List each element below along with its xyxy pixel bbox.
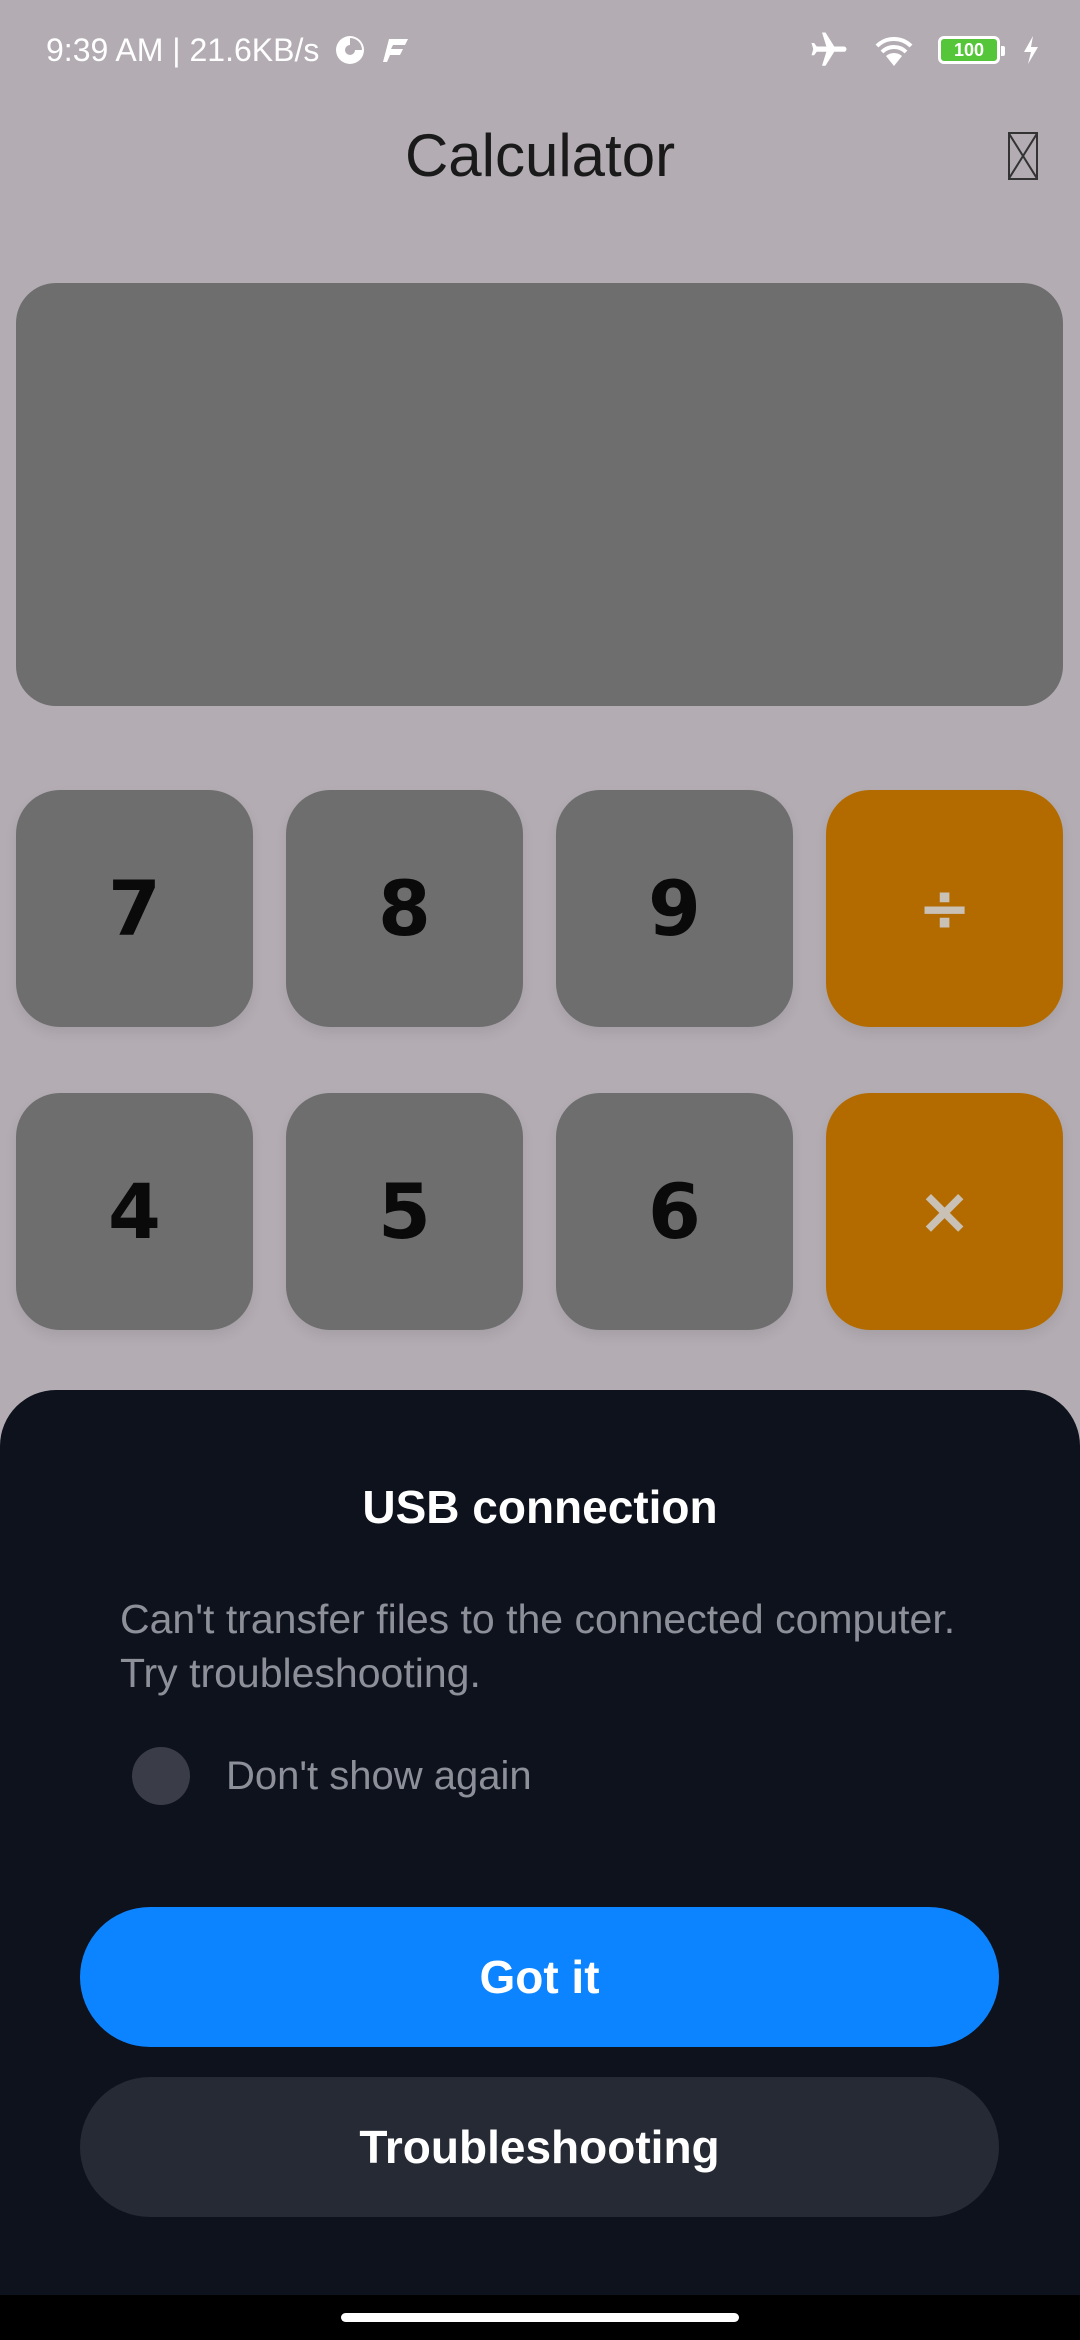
- navigation-bar: [0, 2295, 1080, 2340]
- status-left: 9:39 AM | 21.6KB/s: [46, 32, 411, 69]
- home-indicator[interactable]: [341, 2313, 739, 2322]
- key-5[interactable]: 5: [286, 1093, 523, 1330]
- battery-icon: 100: [938, 36, 1005, 64]
- charging-icon: [1022, 35, 1040, 65]
- missing-glyph-icon[interactable]: [1008, 132, 1038, 180]
- dialog-title: USB connection: [362, 1481, 718, 1533]
- key-6[interactable]: 6: [556, 1093, 793, 1330]
- key-7[interactable]: 7: [16, 790, 253, 1027]
- key-4[interactable]: 4: [16, 1093, 253, 1330]
- data-saver-icon: [333, 33, 367, 67]
- airplane-icon: [808, 29, 850, 71]
- multiply-button[interactable]: ×: [826, 1093, 1063, 1330]
- page-title: Calculator: [404, 121, 676, 189]
- dont-show-again-label: Don't show again: [226, 1753, 532, 1798]
- status-right: 100: [808, 29, 1040, 71]
- dont-show-again-checkbox[interactable]: [132, 1747, 190, 1805]
- calculator-display: [16, 283, 1063, 706]
- app-notification-icon: [381, 35, 411, 65]
- battery-level: 100: [953, 40, 985, 60]
- key-9[interactable]: 9: [556, 790, 793, 1027]
- got-it-button[interactable]: Got it: [80, 1907, 999, 2047]
- status-time: 9:39 AM | 21.6KB/s: [46, 31, 320, 68]
- wifi-icon: [872, 32, 916, 68]
- app-header: Calculator: [0, 110, 1080, 200]
- key-8[interactable]: 8: [286, 790, 523, 1027]
- troubleshooting-button[interactable]: Troubleshooting: [80, 2077, 999, 2217]
- status-bar: 9:39 AM | 21.6KB/s 100: [0, 0, 1080, 100]
- usb-connection-sheet: USB connection Can't transfer files to t…: [0, 1390, 1080, 2295]
- divide-button[interactable]: ÷: [826, 790, 1063, 1027]
- dialog-message: Can't transfer files to the connected co…: [120, 1596, 956, 1696]
- dont-show-again-row[interactable]: Don't show again: [132, 1746, 532, 1806]
